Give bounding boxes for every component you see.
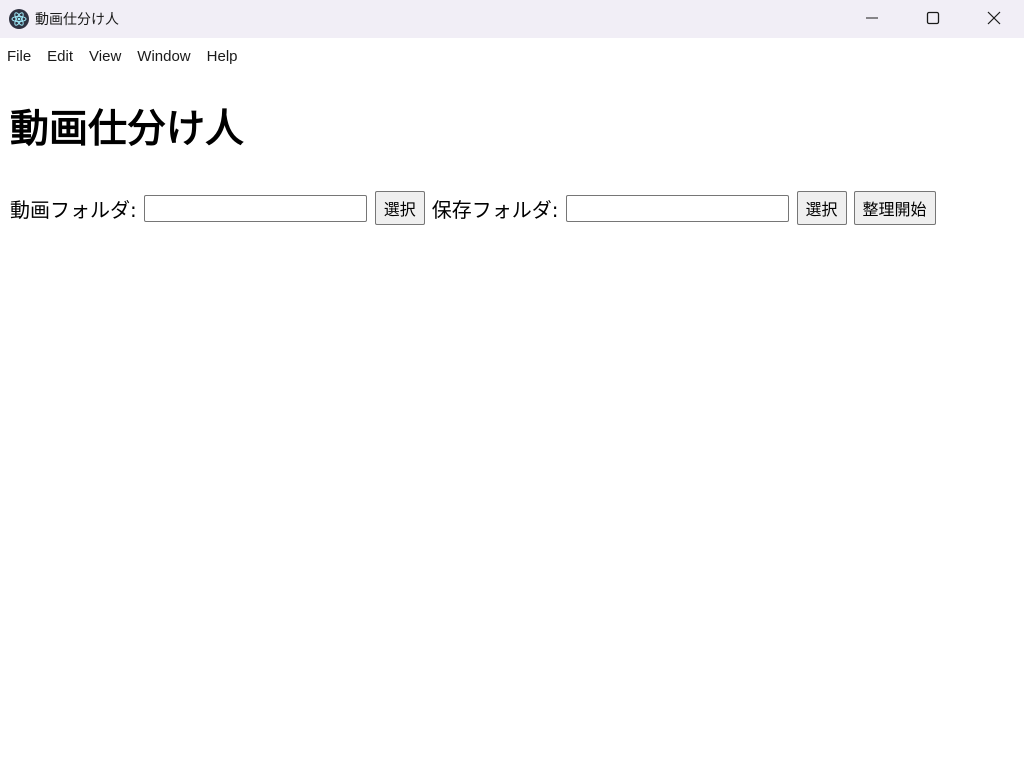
menu-help[interactable]: Help (207, 48, 238, 65)
save-folder-input[interactable] (565, 194, 789, 222)
title-bar[interactable]: 動画仕分け人 (0, 0, 1024, 38)
menu-view[interactable]: View (89, 48, 121, 65)
electron-logo-icon (9, 9, 29, 29)
minimize-icon (865, 10, 879, 29)
maximize-icon (926, 10, 940, 29)
minimize-button[interactable] (841, 0, 902, 38)
menu-file[interactable]: File (7, 48, 31, 65)
menu-window[interactable]: Window (137, 48, 190, 65)
page-title: 動画仕分け人 (10, 107, 245, 152)
window-title: 動画仕分け人 (35, 12, 119, 28)
window-controls (841, 0, 1024, 38)
maximize-button[interactable] (902, 0, 963, 38)
video-folder-select-button[interactable]: 選択 (374, 191, 425, 225)
close-icon (987, 10, 1001, 29)
save-folder-label: 保存フォルダ: (431, 197, 559, 222)
folder-form: 動画フォルダ: 選択 保存フォルダ: 選択 整理開始 (10, 190, 943, 226)
menu-edit[interactable]: Edit (47, 48, 73, 65)
start-organize-button[interactable]: 整理開始 (853, 191, 936, 225)
video-folder-input[interactable] (143, 194, 367, 222)
close-button[interactable] (963, 0, 1024, 38)
save-folder-select-button[interactable]: 選択 (796, 191, 847, 225)
menu-bar: File Edit View Window Help (0, 38, 1024, 74)
video-folder-label: 動画フォルダ: (10, 197, 137, 222)
